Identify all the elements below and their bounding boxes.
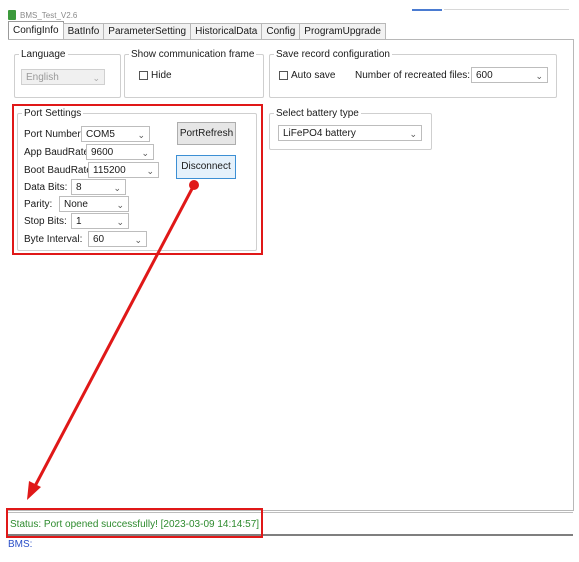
chevron-down-icon: ⌄ <box>137 130 145 140</box>
auto-save-label: Auto save <box>291 70 336 81</box>
byte-interval-label: Byte Interval: <box>24 234 83 245</box>
battery-type-value: LiFePO4 battery <box>283 128 356 139</box>
app-icon <box>8 10 16 20</box>
byte-interval-value: 60 <box>93 234 105 245</box>
data-bits-label: Data Bits: <box>24 182 68 193</box>
disconnect-button[interactable]: Disconnect <box>176 155 236 179</box>
parity-label: Parity: <box>24 199 53 210</box>
battery-type-legend: Select battery type <box>276 108 359 119</box>
language-legend: Language <box>21 49 66 60</box>
boot-baud-select[interactable]: 115200 ⌄ <box>88 162 159 178</box>
checkbox-box <box>139 71 148 80</box>
tab-config[interactable]: Config <box>261 23 301 39</box>
battery-type-select[interactable]: LiFePO4 battery ⌄ <box>278 125 422 141</box>
tab-batinfo[interactable]: BatInfo <box>62 23 105 39</box>
boot-baud-value: 115200 <box>93 165 126 176</box>
status-divider <box>8 512 573 513</box>
app-window: BMS_Test_V2.6 ConfigInfo BatInfo Paramet… <box>0 0 579 562</box>
chevron-down-icon: ⌄ <box>92 73 100 83</box>
title-bar: BMS_Test_V2.6 <box>8 8 77 22</box>
app-baud-label: App BaudRate: <box>24 147 92 158</box>
tab-parametersetting[interactable]: ParameterSetting <box>103 23 192 39</box>
tab-programupgrade[interactable]: ProgramUpgrade <box>299 23 386 39</box>
window-title: BMS_Test_V2.6 <box>20 10 78 20</box>
title-divider <box>444 9 569 10</box>
port-number-select[interactable]: COM5 ⌄ <box>81 126 150 142</box>
bms-label: BMS: <box>8 539 33 550</box>
tab-historicaldata[interactable]: HistoricalData <box>190 23 263 39</box>
byte-interval-select[interactable]: 60 ⌄ <box>88 231 147 247</box>
chevron-down-icon: ⌄ <box>116 200 124 210</box>
save-record-legend: Save record configuration <box>276 49 390 60</box>
chevron-down-icon: ⌄ <box>535 71 543 81</box>
parity-value: None <box>64 199 88 210</box>
auto-save-checkbox[interactable]: Auto save <box>279 70 335 81</box>
status-message: Status: Port opened successfully! [2023-… <box>10 519 260 530</box>
chevron-down-icon: ⌄ <box>409 129 417 139</box>
chevron-down-icon: ⌄ <box>141 148 149 158</box>
data-bits-value: 8 <box>76 182 82 193</box>
boot-baud-label: Boot BaudRate: <box>24 165 95 176</box>
tab-configinfo[interactable]: ConfigInfo <box>8 21 64 39</box>
status-separator <box>8 534 573 536</box>
language-value: English <box>26 72 59 83</box>
files-label: Number of recreated files: <box>355 70 471 81</box>
chevron-down-icon: ⌄ <box>134 235 142 245</box>
port-number-value: COM5 <box>86 129 115 140</box>
language-select[interactable]: English ⌄ <box>21 69 105 85</box>
files-select[interactable]: 600 ⌄ <box>471 67 548 83</box>
stop-bits-select[interactable]: 1 ⌄ <box>71 213 129 229</box>
stop-bits-value: 1 <box>76 216 82 227</box>
tab-strip: ConfigInfo BatInfo ParameterSetting Hist… <box>8 21 386 40</box>
port-number-label: Port Number: <box>24 129 84 140</box>
port-settings-legend: Port Settings <box>24 108 82 119</box>
app-baud-value: 9600 <box>91 147 114 158</box>
checkbox-box <box>279 71 288 80</box>
app-baud-select[interactable]: 9600 ⌄ <box>86 144 154 160</box>
chevron-down-icon: ⌄ <box>113 183 121 193</box>
hide-checkbox[interactable]: Hide <box>139 70 172 81</box>
chevron-down-icon: ⌄ <box>146 166 154 176</box>
hide-label: Hide <box>151 70 172 81</box>
chevron-down-icon: ⌄ <box>116 217 124 227</box>
port-refresh-button[interactable]: PortRefresh <box>177 122 236 145</box>
stop-bits-label: Stop Bits: <box>24 216 67 227</box>
parity-select[interactable]: None ⌄ <box>59 196 129 212</box>
comm-frame-legend: Show communication frame <box>131 49 255 60</box>
title-accent <box>412 9 442 11</box>
data-bits-select[interactable]: 8 ⌄ <box>71 179 126 195</box>
files-value: 600 <box>476 70 493 81</box>
